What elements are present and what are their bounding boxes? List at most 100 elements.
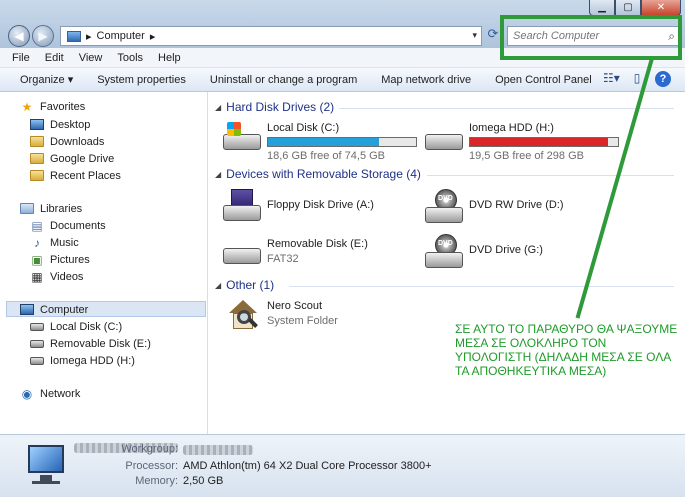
- minimize-button[interactable]: ▁: [589, 0, 615, 16]
- dvd-drive-icon: DVD: [425, 189, 463, 223]
- other-tile-nero-scout[interactable]: Nero Scout System Folder: [223, 300, 338, 334]
- address-separator[interactable]: ▸: [86, 30, 92, 43]
- dvd-label: DVD: [438, 240, 453, 247]
- sidebar-item-label: Music: [50, 236, 79, 249]
- menu-file[interactable]: File: [12, 52, 30, 64]
- menu-tools[interactable]: Tools: [117, 52, 143, 64]
- organize-button[interactable]: Organize ▾: [20, 73, 73, 86]
- sidebar-libraries[interactable]: Libraries: [20, 202, 82, 215]
- back-button[interactable]: ◀: [8, 25, 30, 47]
- navigation-pane: ★ Favorites Desktop Downloads Google Dri…: [0, 92, 208, 434]
- collapse-icon: ◢: [215, 280, 222, 290]
- videos-icon: ▦: [31, 269, 43, 284]
- memory-label: Memory:: [135, 475, 178, 487]
- sidebar-item-local-disk[interactable]: Local Disk (C:): [30, 320, 122, 333]
- device-tile-removable-disk[interactable]: Removable Disk (E:) FAT32: [223, 238, 368, 272]
- drive-usage-bar: [469, 137, 619, 147]
- desktop-icon: [30, 118, 44, 131]
- view-options-icon[interactable]: ☷▾: [603, 71, 620, 87]
- drive-usage-bar: [267, 137, 417, 147]
- address-dropdown-icon[interactable]: ▾: [472, 30, 477, 41]
- external-drive-icon: [425, 122, 463, 156]
- menu-edit[interactable]: Edit: [45, 52, 64, 64]
- device-name: DVD Drive (G:): [469, 244, 543, 256]
- uninstall-program-button[interactable]: Uninstall or change a program: [210, 74, 357, 86]
- sidebar-item-label: Pictures: [50, 253, 90, 266]
- help-icon[interactable]: ?: [655, 71, 671, 87]
- drive-tile-c[interactable]: Local Disk (C:) 18,6 GB free of 74,5 GB: [223, 122, 417, 162]
- memory-value: 2,50 GB: [183, 475, 224, 487]
- sidebar-item-music[interactable]: ♪ Music: [30, 235, 79, 250]
- drive-free-space: 18,6 GB free of 74,5 GB: [267, 150, 386, 162]
- sidebar-label: Network: [40, 387, 81, 400]
- computer-icon: [67, 30, 81, 42]
- sidebar-item-google-drive[interactable]: Google Drive: [30, 152, 114, 165]
- toolbar-right: ☷▾ ▯ ?: [603, 71, 671, 87]
- sidebar-item-iomega-hdd[interactable]: Iomega HDD (H:): [30, 354, 135, 367]
- sidebar-item-downloads[interactable]: Downloads: [30, 135, 104, 148]
- processor-row: Processor: AMD Athlon(tm) 64 X2 Dual Cor…: [114, 460, 431, 472]
- drive-usage-fill: [470, 138, 608, 146]
- device-tile-floppy[interactable]: Floppy Disk Drive (A:): [223, 189, 374, 223]
- processor-label: Processor:: [125, 460, 178, 472]
- sidebar-item-label: Videos: [50, 270, 84, 283]
- removable-disk-icon: [223, 238, 261, 272]
- address-location[interactable]: Computer: [97, 30, 145, 42]
- search-highlight-box: [500, 15, 682, 60]
- sidebar-item-documents[interactable]: ▤ Documents: [30, 219, 105, 233]
- menu-help[interactable]: Help: [158, 52, 181, 64]
- redacted-workgroup: [183, 445, 253, 455]
- music-icon: ♪: [34, 235, 40, 250]
- maximize-button[interactable]: ▢: [615, 0, 641, 16]
- sidebar-label: Libraries: [40, 202, 83, 215]
- map-network-drive-button[interactable]: Map network drive: [381, 74, 471, 86]
- open-control-panel-button[interactable]: Open Control Panel: [495, 74, 592, 86]
- sidebar-favorites[interactable]: ★ Favorites: [20, 99, 86, 114]
- sidebar-item-label: Local Disk (C:): [50, 320, 123, 333]
- sidebar-label: Favorites: [40, 100, 86, 113]
- collapse-icon: ◢: [215, 102, 222, 112]
- group-other[interactable]: ◢ Other (1): [215, 278, 274, 292]
- local-disk-icon: [30, 320, 44, 333]
- address-separator-2[interactable]: ▸: [150, 30, 156, 43]
- sidebar-computer[interactable]: Computer: [20, 303, 88, 316]
- google-drive-folder-icon: [30, 152, 44, 165]
- group-removable-storage[interactable]: ◢ Devices with Removable Storage (4): [215, 167, 421, 181]
- dvd-drive-icon: DVD: [425, 234, 463, 268]
- device-tile-dvd-rw[interactable]: DVD DVD RW Drive (D:): [425, 189, 564, 223]
- item-name: Nero Scout: [267, 300, 323, 312]
- sidebar-item-desktop[interactable]: Desktop: [30, 118, 90, 131]
- device-tile-dvd[interactable]: DVD DVD Drive (G:): [425, 234, 543, 268]
- annotation-text: ΣΕ ΑΥΤΟ ΤΟ ΠΑΡΑΘΥΡΟ ΘΑ ΨΑΞΟΥΜΕ ΜΕΣΑ ΣΕ Ο…: [455, 322, 678, 378]
- item-type: System Folder: [267, 315, 338, 327]
- sidebar-item-label: Removable Disk (E:): [50, 337, 151, 350]
- sidebar-item-pictures[interactable]: ▣ Pictures: [30, 252, 90, 267]
- sidebar-item-removable-disk[interactable]: Removable Disk (E:): [30, 337, 151, 350]
- menu-view[interactable]: View: [79, 52, 103, 64]
- drive-free-space: 19,5 GB free of 298 GB: [469, 150, 584, 162]
- system-properties-button[interactable]: System properties: [97, 74, 186, 86]
- collapse-icon: ◢: [215, 169, 222, 179]
- star-icon: ★: [21, 99, 33, 114]
- group-hard-disk-drives[interactable]: ◢ Hard Disk Drives (2): [215, 100, 334, 114]
- memory-row: Memory: 2,50 GB: [114, 475, 223, 487]
- computer-icon: [20, 445, 68, 487]
- drive-name: Local Disk (C:): [267, 122, 340, 134]
- pictures-icon: ▣: [31, 252, 43, 267]
- sidebar-network[interactable]: ◉ Network: [20, 386, 81, 401]
- workgroup-label: Workgroup:: [121, 443, 178, 455]
- downloads-folder-icon: [30, 135, 44, 148]
- group-divider: [339, 108, 674, 109]
- forward-button[interactable]: ▶: [32, 25, 54, 47]
- window-controls: ▁ ▢ ✕: [589, 0, 681, 16]
- network-icon: ◉: [21, 386, 33, 401]
- sidebar-item-videos[interactable]: ▦ Videos: [30, 269, 84, 284]
- details-pane: Workgroup: Processor: AMD Athlon(tm) 64 …: [0, 434, 685, 497]
- removable-disk-icon: [30, 337, 44, 350]
- close-button[interactable]: ✕: [641, 0, 681, 16]
- sidebar-label: Computer: [40, 303, 89, 316]
- drive-tile-h[interactable]: Iomega HDD (H:) 19,5 GB free of 298 GB: [425, 122, 619, 162]
- address-bar[interactable]: ▸ Computer ▸ ▾: [60, 26, 482, 46]
- command-bar: Organize ▾ System properties Uninstall o…: [0, 68, 685, 92]
- sidebar-item-recent-places[interactable]: Recent Places: [30, 169, 121, 182]
